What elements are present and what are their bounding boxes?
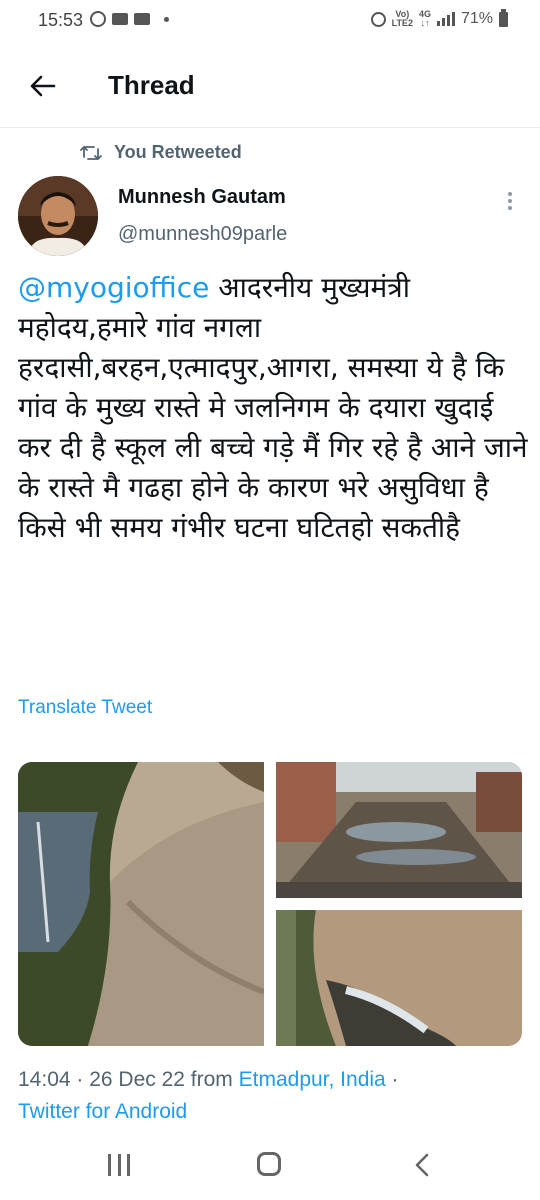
avatar[interactable] bbox=[18, 176, 98, 256]
mention-link[interactable]: @myogioffice bbox=[18, 271, 209, 304]
author-name[interactable]: Munnesh Gautam bbox=[118, 186, 286, 209]
lte-label: LTE2 bbox=[391, 18, 413, 28]
back-button[interactable] bbox=[26, 70, 58, 102]
tweet-photo[interactable] bbox=[276, 762, 522, 898]
author-handle[interactable]: @munnesh09parle bbox=[118, 223, 287, 246]
more-vertical-icon[interactable] bbox=[500, 190, 520, 212]
tweet-photo[interactable] bbox=[18, 762, 264, 1046]
alarm-icon bbox=[370, 11, 386, 27]
mail-icon bbox=[134, 13, 150, 25]
volte-indicator: Vo) LTE2 bbox=[392, 10, 413, 28]
arrow-left-icon bbox=[30, 75, 56, 97]
avatar-photo bbox=[18, 176, 98, 256]
tweet-body: आदरनीय मुख्यमंत्री महोदय,हमारे गांव नगला… bbox=[18, 271, 528, 544]
retweet-label: You Retweeted bbox=[114, 142, 242, 162]
location-link[interactable]: Etmadpur, India bbox=[239, 1068, 386, 1091]
more-notifications-dot-icon bbox=[164, 16, 169, 22]
battery-icon bbox=[499, 8, 508, 27]
mail-icon bbox=[112, 13, 128, 25]
home-icon[interactable] bbox=[257, 1152, 281, 1176]
road-photo-3 bbox=[276, 910, 522, 1046]
whatsapp-icon bbox=[90, 11, 106, 27]
system-navigation-bar bbox=[0, 1130, 540, 1200]
chevron-left-icon[interactable] bbox=[412, 1152, 432, 1178]
media-grid bbox=[18, 762, 522, 1046]
tweet-photo[interactable] bbox=[276, 910, 522, 1046]
recent-apps-icon[interactable] bbox=[108, 1154, 130, 1176]
top-app-bar: Thread bbox=[0, 44, 540, 128]
signal-icon bbox=[436, 12, 455, 26]
battery-percent: 71% bbox=[460, 10, 493, 27]
tweet-meta: 14:04 · 26 Dec 22 from Etmadpur, India ·… bbox=[18, 1064, 528, 1128]
page-title: Thread bbox=[108, 70, 195, 100]
data-activity-label: ↓↑ bbox=[420, 18, 430, 28]
status-time: 15:53 bbox=[38, 10, 84, 30]
system-icons: Vo) LTE2 4G ↓↑ 71% bbox=[370, 8, 508, 28]
tweet-text: @myogioffice आदरनीय मुख्यमंत्री महोदय,हम… bbox=[18, 268, 528, 548]
retweet-context: You Retweeted bbox=[80, 142, 242, 163]
retweet-icon bbox=[80, 145, 102, 160]
translate-tweet-link[interactable]: Translate Tweet bbox=[18, 697, 152, 719]
notification-icons bbox=[90, 11, 169, 27]
tweet-timestamp: 14:04 · 26 Dec 22 from bbox=[18, 1068, 239, 1091]
road-photo-2 bbox=[276, 762, 522, 898]
road-photo-1 bbox=[18, 762, 264, 1046]
client-link[interactable]: Twitter for Android bbox=[18, 1100, 187, 1123]
meta-separator: · bbox=[385, 1068, 399, 1091]
network-gen-indicator: 4G ↓↑ bbox=[419, 10, 431, 28]
status-bar: 15:53 Vo) LTE2 4G ↓↑ 71% bbox=[0, 0, 540, 44]
